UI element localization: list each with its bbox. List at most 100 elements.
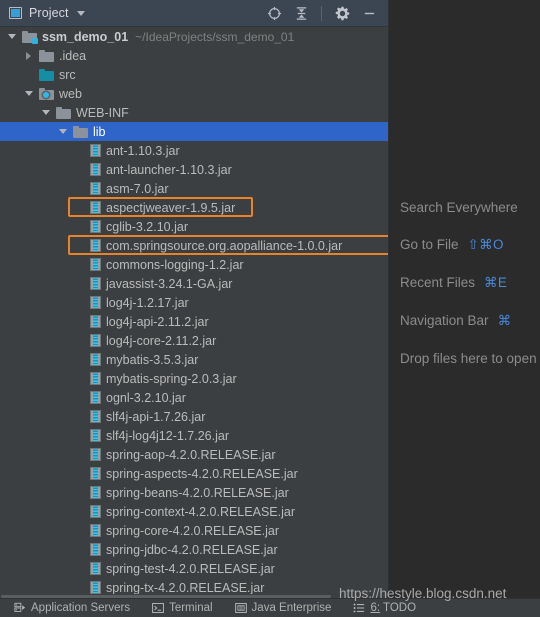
tree-arrow-placeholder <box>74 278 85 289</box>
tree-row[interactable]: WEB-INF <box>0 103 388 122</box>
tree-row[interactable]: spring-aop-4.2.0.RELEASE.jar <box>0 445 388 464</box>
tree-arrow-placeholder <box>74 525 85 536</box>
tree-row-label: spring-beans-4.2.0.RELEASE.jar <box>106 485 289 500</box>
gear-icon[interactable] <box>334 5 350 21</box>
tree-row[interactable]: spring-beans-4.2.0.RELEASE.jar <box>0 483 388 502</box>
tree-row-label: .idea <box>59 48 87 63</box>
tree-row[interactable]: lib <box>0 122 388 141</box>
expand-arrow-icon[interactable] <box>40 107 51 118</box>
collapse-arrow-icon[interactable] <box>23 50 34 61</box>
locate-icon[interactable] <box>266 5 282 21</box>
jar-file-icon <box>90 239 101 252</box>
tree-row[interactable]: ognl-3.2.10.jar <box>0 388 388 407</box>
folder-icon <box>39 49 54 62</box>
tree-row[interactable]: log4j-1.2.17.jar <box>0 293 388 312</box>
tree-arrow-placeholder <box>74 392 85 403</box>
expand-arrow-icon[interactable] <box>23 88 34 99</box>
tree-arrow-placeholder <box>74 449 85 460</box>
status-bar-button[interactable]: Application Servers <box>14 602 130 614</box>
tree-row-label: ant-1.10.3.jar <box>106 143 180 158</box>
tree-row[interactable]: ant-launcher-1.10.3.jar <box>0 160 388 179</box>
tree-row-label: aspectjweaver-1.9.5.jar <box>106 200 236 215</box>
idea-window: Project ssm_demo_01 ~/IdeaProjects/ssm_d… <box>0 0 540 617</box>
jar-file-icon <box>90 201 101 214</box>
tree-arrow-placeholder <box>74 259 85 270</box>
source-folder-icon <box>39 68 54 81</box>
jar-file-icon <box>90 581 101 594</box>
status-bar-label: Java Enterprise <box>251 602 332 614</box>
terminal-icon <box>152 602 164 614</box>
jar-file-icon <box>90 353 101 366</box>
tree-row[interactable]: com.springsource.org.aopalliance-1.0.0.j… <box>0 235 388 255</box>
expand-arrow-icon[interactable] <box>57 126 68 137</box>
editor-hint-label: Search Everywhere <box>400 200 518 215</box>
jar-file-icon <box>90 391 101 404</box>
status-bar-button[interactable]: 6: TODO <box>353 602 416 614</box>
editor-hint-list: Search Everywhere Go to File ⇧⌘O Recent Fil… <box>400 200 537 366</box>
project-icon <box>9 7 22 19</box>
tree-row[interactable]: aspectjweaver-1.9.5.jar <box>0 197 388 217</box>
tree-row[interactable]: mybatis-spring-2.0.3.jar <box>0 369 388 388</box>
project-toolwindow-label: Project <box>29 6 69 20</box>
tree-row[interactable]: spring-context-4.2.0.RELEASE.jar <box>0 502 388 521</box>
status-bar: Application Servers Terminal Java Enterpri… <box>0 598 540 617</box>
tree-arrow-placeholder <box>74 145 85 156</box>
tree-row-path: ~/IdeaProjects/ssm_demo_01 <box>135 29 295 44</box>
tree-row[interactable]: ssm_demo_01 ~/IdeaProjects/ssm_demo_01 <box>0 27 388 46</box>
tree-row-label: mybatis-spring-2.0.3.jar <box>106 371 237 386</box>
tree-row[interactable]: spring-core-4.2.0.RELEASE.jar <box>0 521 388 540</box>
jar-file-icon <box>90 448 101 461</box>
tree-row-label: slf4j-log4j12-1.7.26.jar <box>106 428 229 443</box>
tree-row[interactable]: spring-aspects-4.2.0.RELEASE.jar <box>0 464 388 483</box>
toolbar-divider <box>321 5 322 21</box>
folder-body <box>39 52 54 62</box>
tree-row-label: web <box>59 86 82 101</box>
project-toolwindow-header: Project <box>0 0 388 27</box>
tree-arrow-placeholder <box>74 582 85 593</box>
toolwindow-action-bar <box>266 5 388 21</box>
tree-arrow-placeholder <box>74 316 85 327</box>
tree-row[interactable]: src <box>0 65 388 84</box>
tree-arrow-placeholder <box>74 487 85 498</box>
project-tree[interactable]: ssm_demo_01 ~/IdeaProjects/ssm_demo_01 .id… <box>0 27 388 598</box>
tree-arrow-placeholder <box>74 354 85 365</box>
tree-row[interactable]: cglib-3.2.10.jar <box>0 217 388 236</box>
tree-row[interactable]: log4j-api-2.11.2.jar <box>0 312 388 331</box>
chevron-down-icon[interactable] <box>76 10 85 16</box>
tree-row[interactable]: slf4j-log4j12-1.7.26.jar <box>0 426 388 445</box>
tree-row-label: com.springsource.org.aopalliance-1.0.0.j… <box>106 238 343 253</box>
tree-arrow-placeholder <box>74 411 85 422</box>
tree-row[interactable]: asm-7.0.jar <box>0 179 388 198</box>
jar-file-icon <box>90 296 101 309</box>
tree-row[interactable]: web <box>0 84 388 103</box>
jar-file-icon <box>90 524 101 537</box>
todo-icon <box>353 602 365 614</box>
collapse-all-icon[interactable] <box>293 5 309 21</box>
tree-row[interactable]: log4j-core-2.11.2.jar <box>0 331 388 350</box>
status-bar-button[interactable]: Java Enterprise <box>234 602 332 614</box>
expand-arrow-icon[interactable] <box>6 31 17 42</box>
jar-file-icon <box>90 258 101 271</box>
tree-row[interactable]: slf4j-api-1.7.26.jar <box>0 407 388 426</box>
tree-row-label: javassist-3.24.1-GA.jar <box>106 276 233 291</box>
tree-row-label: spring-test-4.2.0.RELEASE.jar <box>106 561 275 576</box>
minimize-icon[interactable] <box>361 5 377 21</box>
tree-row[interactable]: .idea <box>0 46 388 65</box>
status-bar-button[interactable]: Terminal <box>152 602 213 614</box>
tree-row[interactable]: spring-jdbc-4.2.0.RELEASE.jar <box>0 540 388 559</box>
tree-row[interactable]: spring-test-4.2.0.RELEASE.jar <box>0 559 388 578</box>
tree-row[interactable]: ant-1.10.3.jar <box>0 141 388 160</box>
tree-arrow-placeholder <box>74 544 85 555</box>
tree-row-label: spring-aspects-4.2.0.RELEASE.jar <box>106 466 298 481</box>
editor-hint-row: Search Everywhere <box>400 200 537 215</box>
jar-file-icon <box>90 562 101 575</box>
tree-row[interactable]: javassist-3.24.1-GA.jar <box>0 274 388 293</box>
tree-row[interactable]: mybatis-3.5.3.jar <box>0 350 388 369</box>
tree-row-label: ant-launcher-1.10.3.jar <box>106 162 232 177</box>
editor-hint-row: Go to File ⇧⌘O <box>400 237 537 253</box>
tree-row-label: lib <box>93 124 106 139</box>
tree-arrow-placeholder <box>74 373 85 384</box>
tree-row[interactable]: commons-logging-1.2.jar <box>0 255 388 274</box>
project-toolwindow-title-group[interactable]: Project <box>0 6 85 20</box>
jar-file-icon <box>90 220 101 233</box>
